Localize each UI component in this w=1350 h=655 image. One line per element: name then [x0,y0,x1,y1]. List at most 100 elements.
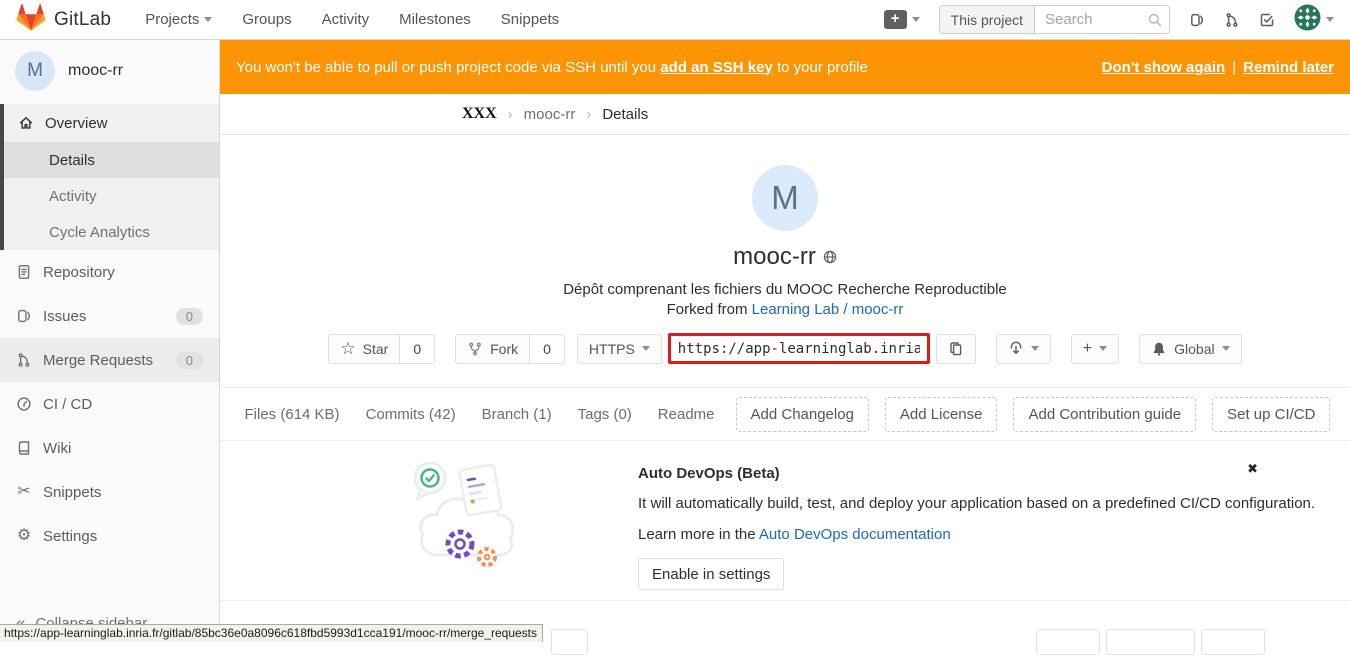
partial-button[interactable] [551,629,588,655]
protocol-dropdown[interactable]: HTTPS [577,334,662,364]
chevron-down-icon [1222,346,1230,351]
add-changelog-button[interactable]: Add Changelog [736,397,869,432]
chevron-down-icon [204,17,212,22]
sidebar-item-overview[interactable]: Overview [4,104,219,142]
star-count[interactable]: 0 [399,334,435,364]
star-button[interactable]: ☆ Star [328,334,400,364]
sidebar-item-issues[interactable]: Issues 0 [0,294,219,338]
enable-in-settings-button[interactable]: Enable in settings [638,558,784,590]
issues-count-badge: 0 [176,308,203,325]
sidebar-item-merge-requests[interactable]: Merge Requests 0 [0,338,219,382]
auto-devops-callout: ✖ Auto DevOps (Beta) It will automatical… [220,441,1350,600]
partial-button[interactable] [1106,629,1195,655]
project-avatar: M [752,165,818,231]
sidebar-project-header[interactable]: M mooc-rr [0,40,219,102]
fork-count[interactable]: 0 [529,334,565,364]
home-icon [18,115,34,131]
nav-activity[interactable]: Activity [322,11,370,28]
partial-button[interactable] [1036,629,1100,655]
notifications-dropdown[interactable]: Global [1139,334,1241,364]
gear-icon: ⚙ [16,528,32,544]
sidebar-project-name: mooc-rr [68,62,123,80]
breadcrumb-group[interactable]: XXX [462,105,497,123]
search-icon [1147,12,1163,33]
stat-branch[interactable]: Branch (1) [482,406,552,423]
issues-icon[interactable] [1189,12,1205,28]
sidebar-item-cycle-analytics[interactable]: Cycle Analytics [4,214,219,250]
project-actions-row: ☆ Star 0 Fork 0 HTTPS [220,333,1350,364]
auto-devops-title: Auto DevOps (Beta) [638,465,1350,482]
close-icon[interactable]: ✖ [1247,461,1258,477]
clone-url-input[interactable] [668,333,930,364]
sidebar-item-snippets[interactable]: ✂ Snippets [0,470,219,514]
stat-readme[interactable]: Readme [658,406,715,423]
plus-icon: + [1083,340,1092,358]
file-icon [16,264,32,280]
merge-requests-count-badge: 0 [176,352,203,369]
sidebar-item-settings[interactable]: ⚙ Settings [0,514,219,558]
copy-url-button[interactable] [936,334,976,364]
user-avatar [1294,4,1321,36]
issues-icon [16,308,32,324]
sidebar-item-repository[interactable]: Repository [0,250,219,294]
project-sidebar: M mooc-rr Overview Details Activity Cycl… [0,40,220,642]
breadcrumb-project[interactable]: mooc-rr [524,106,576,123]
stat-files[interactable]: Files (614 KB) [245,406,340,423]
learn-more-label: Learn more in the [638,526,756,543]
remind-later-link[interactable]: Remind later [1243,59,1334,76]
add-contribution-guide-button[interactable]: Add Contribution guide [1013,397,1196,432]
tanuki-icon [16,3,46,37]
banner-text: You won't be able to pull or push projec… [236,59,868,76]
nav-groups[interactable]: Groups [242,11,291,28]
nav-projects[interactable]: Projects [145,11,212,28]
chevron-down-icon [642,346,650,351]
nav-snippets[interactable]: Snippets [501,11,559,28]
scissors-icon: ✂ [16,484,32,500]
stat-commits[interactable]: Commits (42) [366,406,456,423]
merge-requests-icon[interactable] [1224,12,1240,28]
project-stats-row: Files (614 KB) Commits (42) Branch (1) T… [220,388,1350,440]
browser-status-bar: https://app-learninglab.inria.fr/gitlab/… [0,624,543,642]
public-globe-icon [823,250,837,264]
chevron-down-icon [912,17,920,22]
fork-button[interactable]: Fork [455,334,530,364]
add-license-button[interactable]: Add License [885,397,998,432]
gitlab-logo[interactable]: GitLab [16,3,111,37]
todos-icon[interactable] [1259,12,1275,28]
download-dropdown[interactable] [996,334,1051,364]
search-group: This project [939,5,1170,34]
add-ssh-key-link[interactable]: add an SSH key [660,59,773,76]
sidebar-item-activity[interactable]: Activity [4,178,219,214]
breadcrumb-separator: › [586,106,591,123]
auto-devops-doc-link[interactable]: Auto DevOps documentation [759,526,951,543]
chevron-down-icon [1099,346,1107,351]
project-description: Dépôt comprenant les fichiers du MOOC Re… [220,281,1350,298]
stat-tags[interactable]: Tags (0) [578,406,632,423]
download-icon [1008,341,1024,357]
brand-name: GitLab [54,9,111,31]
sidebar-section-overview: Overview Details Activity Cycle Analytic… [0,104,219,250]
ssh-warning-banner: You won't be able to pull or push projec… [220,40,1350,94]
merge-request-icon [16,352,32,368]
main-content: You won't be able to pull or push projec… [220,40,1350,642]
setup-cicd-button[interactable]: Set up CI/CD [1212,397,1330,432]
copy-icon [948,341,964,357]
dont-show-again-link[interactable]: Don't show again [1102,59,1226,76]
book-icon [16,440,32,456]
sidebar-item-details[interactable]: Details [4,142,219,178]
plus-icon: + [884,10,907,29]
breadcrumb-separator: › [508,106,513,123]
auto-devops-illustration [408,451,528,581]
nav-milestones[interactable]: Milestones [399,11,471,28]
add-new-dropdown[interactable]: + [1071,334,1119,364]
new-dropdown-button[interactable]: + [884,10,920,29]
user-menu[interactable] [1294,4,1334,36]
auto-devops-body: It will automatically build, test, and d… [638,495,1350,512]
search-scope-badge: This project [940,6,1035,33]
sidebar-item-wiki[interactable]: Wiki [0,426,219,470]
forked-from-link[interactable]: Learning Lab / mooc-rr [752,301,904,318]
divider [220,600,1350,601]
partial-button[interactable] [1201,629,1265,655]
sidebar-item-ci-cd[interactable]: CI / CD [0,382,219,426]
bell-icon [1151,341,1167,357]
